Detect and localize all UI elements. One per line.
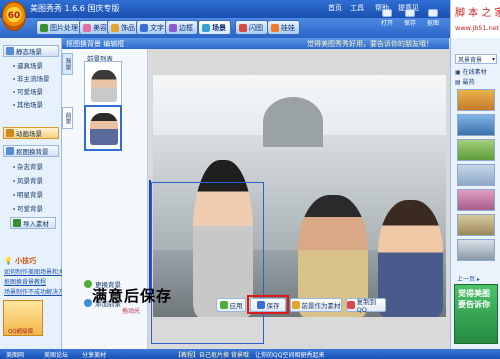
list-item[interactable]: 逼真场景	[13, 60, 43, 70]
category-animated-scene[interactable]: 动画场景	[3, 127, 59, 139]
tab-scene[interactable]: 场景	[198, 20, 231, 35]
star-icon	[291, 301, 300, 309]
background-thumbnail[interactable]	[457, 189, 495, 211]
list-item[interactable]: 杂志背景	[13, 161, 43, 171]
doll-icon	[271, 23, 279, 32]
background-thumbnail[interactable]	[457, 114, 495, 136]
tip-link[interactable]: 场景制作不成功解决方法	[4, 287, 70, 296]
cursor-label: 拖动光	[122, 308, 141, 315]
tab-flash[interactable]: 闪图	[235, 20, 268, 35]
status-bar: 美图网 美图论坛 分享美材 【教程】自己抠片换 背景哦 让你的QQ空间相册秀起来	[0, 349, 500, 359]
scene-icon	[202, 23, 210, 32]
prev-page-link[interactable]: 上一页 ▸	[457, 274, 480, 283]
check-icon	[219, 301, 228, 309]
editor-title: 抠图换背景 编辑框	[66, 40, 125, 48]
watermark-url: www.jb51.net	[455, 24, 500, 32]
online-material-link[interactable]: ▣ 在线素材	[455, 67, 487, 76]
tab-border[interactable]: 边框	[165, 20, 198, 35]
beauty-icon	[83, 23, 91, 32]
tab-image-processing[interactable]: 图片处理	[36, 20, 83, 35]
save-as-material-button[interactable]: 前景作为素材	[290, 298, 342, 312]
save-toolbar-button[interactable]: 保存	[399, 9, 421, 27]
folder-icon	[382, 9, 392, 17]
menu-tools[interactable]: 工具	[350, 3, 364, 13]
apply-button[interactable]: 应用	[216, 298, 246, 312]
share-material-link[interactable]: 分享美材	[82, 350, 106, 359]
add-icon	[84, 299, 92, 307]
scene-icon	[6, 47, 14, 55]
flash-icon	[239, 23, 247, 32]
tip-link[interactable]: 抠图换背景教程	[4, 277, 46, 286]
import-material-button[interactable]: 导入素材	[10, 217, 56, 229]
import-icon	[13, 219, 21, 227]
tab-foreground[interactable]: 前景	[62, 107, 73, 129]
promo-banner[interactable]: 觉得美图 要告诉你	[454, 284, 498, 344]
scissors-icon	[428, 9, 438, 17]
qq-ad-label: QQ超级版	[8, 329, 34, 335]
promo-text: 觉得美图秀秀好用，要告诉你的朋友哦！	[307, 40, 433, 48]
text-icon	[140, 23, 148, 32]
list-item[interactable]: 风景背景	[13, 175, 43, 185]
qq-ad[interactable]: QQ超级版	[3, 300, 43, 336]
background-thumbnail[interactable]	[457, 139, 495, 161]
list-item[interactable]: 其他场景	[13, 99, 43, 109]
foreground-thumbnail[interactable]	[84, 61, 122, 107]
list-item[interactable]: 非主流场景	[13, 73, 50, 83]
right-panel: 风景背景 ▾ ▣ 在线素材 ▤ 最热 上一页 ▸ 觉得美图 要告诉你	[450, 38, 500, 349]
film-icon	[6, 129, 14, 137]
person-woman-2[interactable]	[378, 200, 443, 317]
background-thumbnail[interactable]	[457, 164, 495, 186]
app-title: 美图秀秀 1.6.6 国庆专版	[30, 4, 120, 13]
refresh-icon	[84, 280, 92, 288]
watermark-box: 脚 本 之 家 www.jb51.net	[450, 0, 500, 38]
copy-to-qq-button[interactable]: 复制到QQ	[346, 298, 386, 314]
list-item[interactable]: 明星背景	[13, 189, 43, 199]
background-dropdown[interactable]: 风景背景 ▾	[455, 54, 497, 64]
selection-box[interactable]	[151, 182, 264, 344]
background-thumbnail[interactable]	[457, 89, 495, 111]
annotation-text: 满意后保存	[92, 287, 173, 305]
app-logo: 60	[2, 1, 26, 31]
hottest-link[interactable]: ▤ 最热	[455, 77, 475, 86]
list-item[interactable]: 可爱背景	[13, 203, 43, 213]
accessory-icon	[111, 23, 119, 32]
chevron-down-icon: ▾	[491, 55, 495, 63]
meitu-forum-link[interactable]: 美图论坛	[44, 350, 68, 359]
tab-doll[interactable]: 娃娃	[267, 20, 300, 35]
drag-line	[149, 180, 151, 295]
meitu-home-link[interactable]: 美图网	[6, 350, 24, 359]
tutorial-notice[interactable]: 【教程】自己抠片换 背景哦	[175, 350, 249, 359]
list-item[interactable]: 可爱场景	[13, 86, 43, 96]
save-icon	[405, 9, 415, 17]
building-dome	[263, 97, 323, 147]
editor-header: 抠图换背景 编辑框 觉得美图秀秀好用，要告诉你的朋友哦！	[62, 38, 449, 49]
tab-background[interactable]: 背景	[62, 53, 73, 75]
copy-icon	[347, 301, 355, 309]
image-icon	[40, 23, 48, 32]
open-button[interactable]: 打开	[376, 9, 398, 27]
category-cutout-background[interactable]: 抠图换背景	[3, 145, 59, 157]
border-icon	[169, 23, 177, 32]
background-thumbnail[interactable]	[457, 239, 495, 261]
cutout-icon	[6, 147, 14, 155]
foreground-thumbnail-selected[interactable]	[84, 105, 122, 151]
menu-home[interactable]: 首页	[328, 3, 342, 13]
watermark-title: 脚 本 之 家	[455, 8, 500, 19]
category-static-scene[interactable]: 静态场景	[3, 45, 59, 57]
screenshot-button[interactable]: 抠图	[422, 9, 444, 27]
tips-title: 💡 小技巧	[4, 257, 37, 265]
background-thumbnail[interactable]	[457, 214, 495, 236]
save-highlight	[247, 295, 289, 314]
qq-notice[interactable]: 让你的QQ空间相册秀起来	[255, 350, 324, 359]
